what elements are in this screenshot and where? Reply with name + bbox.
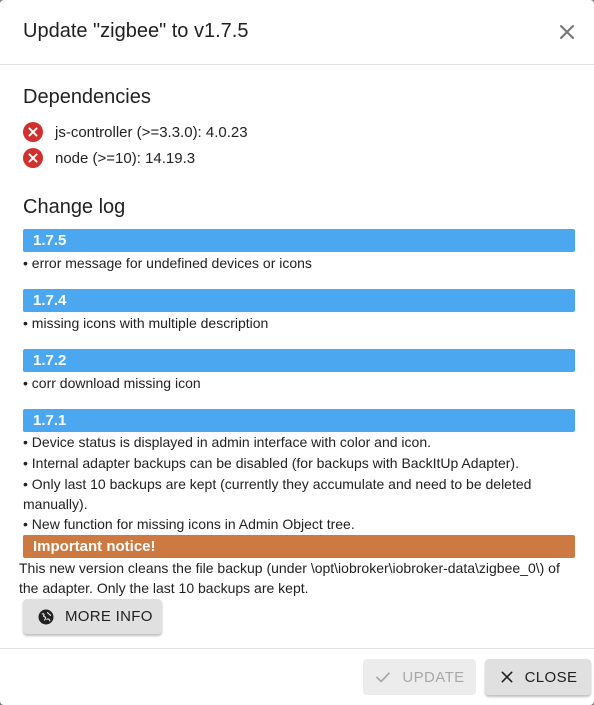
changelog-line: • corr download missing icon bbox=[23, 375, 201, 391]
error-circle-icon bbox=[23, 148, 43, 168]
dialog-header: Update "zigbee" to v1.7.5 bbox=[0, 0, 594, 65]
version-bar: 1.7.2 bbox=[23, 349, 575, 372]
notice-text: This new version cleans the file backup … bbox=[19, 560, 560, 596]
changelog-line: • New function for missing icons in Admi… bbox=[23, 516, 355, 532]
dependency-item: js-controller (>=3.3.0): 4.0.23 bbox=[23, 120, 248, 144]
more-info-button[interactable]: MORE INFO bbox=[23, 599, 162, 634]
close-icon bbox=[501, 671, 513, 683]
error-circle-icon bbox=[23, 122, 43, 142]
version-bar: 1.7.5 bbox=[23, 229, 575, 252]
changelog-line: • missing icons with multiple descriptio… bbox=[23, 315, 269, 331]
close-label: CLOSE bbox=[524, 668, 578, 686]
check-icon bbox=[376, 672, 391, 683]
notice-bar: Important notice! bbox=[23, 535, 575, 558]
globe-icon bbox=[38, 609, 54, 624]
changelog-line: • Device status is displayed in admin in… bbox=[23, 434, 431, 450]
version-bar: 1.7.4 bbox=[23, 289, 575, 312]
changelog-line: • Only last 10 backups are kept (current… bbox=[23, 476, 532, 512]
close-button[interactable]: CLOSE bbox=[485, 659, 591, 695]
close-icon[interactable] bbox=[553, 18, 581, 46]
more-info-label: MORE INFO bbox=[65, 608, 153, 625]
changelog-heading: Change log bbox=[23, 196, 126, 218]
changelog-line: • Internal adapter backups can be disabl… bbox=[23, 455, 519, 471]
dependency-text: js-controller (>=3.3.0): 4.0.23 bbox=[55, 123, 248, 141]
update-label: UPDATE bbox=[402, 668, 465, 686]
version-bar: 1.7.1 bbox=[23, 409, 575, 432]
dialog-title: Update "zigbee" to v1.7.5 bbox=[23, 20, 249, 42]
update-button[interactable]: UPDATE bbox=[363, 659, 476, 695]
dialog-footer: UPDATE CLOSE bbox=[0, 648, 594, 705]
dependency-text: node (>=10): 14.19.3 bbox=[55, 149, 196, 167]
dependency-item: node (>=10): 14.19.3 bbox=[23, 146, 195, 170]
update-dialog: Update "zigbee" to v1.7.5 Dependencies j… bbox=[0, 0, 594, 705]
dependencies-heading: Dependencies bbox=[23, 86, 151, 108]
changelog-line: • error message for undefined devices or… bbox=[23, 255, 312, 271]
